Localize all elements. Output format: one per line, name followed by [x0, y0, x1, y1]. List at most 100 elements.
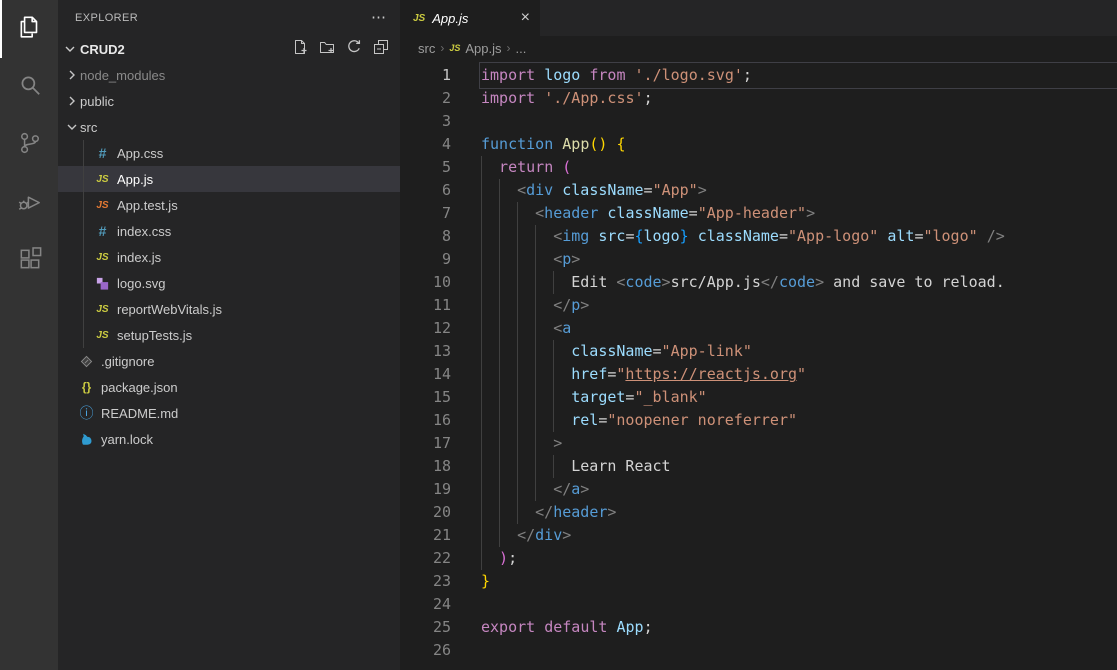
line-content[interactable]: <p> [481, 248, 1117, 271]
js-file-icon: JS [94, 248, 111, 266]
line-content[interactable]: import logo from './logo.svg'; [481, 64, 1117, 87]
tree-item-src[interactable]: src [58, 114, 400, 140]
code-line-13[interactable]: 13 className="App-link" [400, 340, 1117, 363]
activity-search-button[interactable] [0, 58, 58, 116]
code-line-10[interactable]: 10 Edit <code>src/App.js</code> and save… [400, 271, 1117, 294]
code-line-25[interactable]: 25 export default App; [400, 616, 1117, 639]
tree-item-node-modules[interactable]: node_modules [58, 62, 400, 88]
code-area[interactable]: 1import logo from './logo.svg';2import '… [400, 60, 1117, 670]
code-line-19[interactable]: 19 </a> [400, 478, 1117, 501]
line-content[interactable]: import './App.css'; [481, 87, 1117, 110]
tree-item-index-js[interactable]: JSindex.js [58, 244, 400, 270]
tree-item-logo-svg[interactable]: logo.svg [58, 270, 400, 296]
line-number: 5 [400, 156, 451, 179]
code-line-6[interactable]: 6 <div className="App"> [400, 179, 1117, 202]
code-line-5[interactable]: 5 return ( [400, 156, 1117, 179]
project-section-header[interactable]: CRUD2 [58, 36, 400, 62]
line-content[interactable]: rel="noopener noreferrer" [481, 409, 1117, 432]
line-content[interactable]: </div> [481, 524, 1117, 547]
line-content[interactable]: function App() { [481, 133, 1117, 156]
line-number: 10 [400, 271, 451, 294]
code-line-14[interactable]: 14 href="https://reactjs.org" [400, 363, 1117, 386]
code-line-21[interactable]: 21 </div> [400, 524, 1117, 547]
line-content[interactable]: } [481, 570, 1117, 593]
tree-item-reportwebvitals-js[interactable]: JSreportWebVitals.js [58, 296, 400, 322]
tree-item-app-css[interactable]: #App.css [58, 140, 400, 166]
line-content[interactable]: return ( [481, 156, 1117, 179]
code-line-3[interactable]: 3 [400, 110, 1117, 133]
code-line-11[interactable]: 11 </p> [400, 294, 1117, 317]
line-content[interactable]: href="https://reactjs.org" [481, 363, 1117, 386]
line-content[interactable]: target="_blank" [481, 386, 1117, 409]
code-line-17[interactable]: 17 > [400, 432, 1117, 455]
line-content[interactable]: <header className="App-header"> [481, 202, 1117, 225]
line-content[interactable]: </header> [481, 501, 1117, 524]
refresh-button[interactable] [345, 40, 363, 58]
line-number: 25 [400, 616, 451, 639]
tree-item-app-js[interactable]: JSApp.js [58, 166, 400, 192]
breadcrumb-item[interactable]: src [418, 41, 435, 56]
new-file-button[interactable] [291, 40, 309, 58]
code-line-20[interactable]: 20 </header> [400, 501, 1117, 524]
line-content[interactable]: <a [481, 317, 1117, 340]
code-line-12[interactable]: 12 <a [400, 317, 1117, 340]
line-content[interactable]: </p> [481, 294, 1117, 317]
tab-bar: js App.js × [400, 0, 1117, 36]
tree-item-public[interactable]: public [58, 88, 400, 114]
tree-item-index-css[interactable]: #index.css [58, 218, 400, 244]
breadcrumb-item[interactable]: ... [516, 41, 527, 56]
tree-item-package-json[interactable]: {}package.json [58, 374, 400, 400]
line-content[interactable] [481, 593, 1117, 616]
tree-indent-guide [83, 140, 84, 348]
activity-source-control-button[interactable] [0, 116, 58, 174]
line-content[interactable]: ); [481, 547, 1117, 570]
code-line-18[interactable]: 18 Learn React [400, 455, 1117, 478]
code-line-16[interactable]: 16 rel="noopener noreferrer" [400, 409, 1117, 432]
line-content[interactable]: export default App; [481, 616, 1117, 639]
line-content[interactable]: className="App-link" [481, 340, 1117, 363]
code-line-7[interactable]: 7 <header className="App-header"> [400, 202, 1117, 225]
more-actions-icon[interactable]: ⋯ [371, 13, 386, 23]
indent-guide [481, 225, 499, 248]
code-line-22[interactable]: 22 ); [400, 547, 1117, 570]
breadcrumb-label: App.js [465, 41, 501, 56]
activity-explorer-button[interactable] [0, 0, 58, 58]
js-file-icon: js [413, 13, 425, 24]
code-line-15[interactable]: 15 target="_blank" [400, 386, 1117, 409]
code-line-23[interactable]: 23} [400, 570, 1117, 593]
line-content[interactable]: <div className="App"> [481, 179, 1117, 202]
activity-extensions-button[interactable] [0, 232, 58, 290]
line-content[interactable]: <img src={logo} className="App-logo" alt… [481, 225, 1117, 248]
code-line-4[interactable]: 4function App() { [400, 133, 1117, 156]
editor-group: js App.js × src›JSApp.js›... 1import log… [400, 0, 1117, 670]
new-folder-button[interactable] [318, 40, 336, 58]
line-content[interactable] [481, 639, 1117, 662]
line-content[interactable] [481, 110, 1117, 133]
code-line-8[interactable]: 8 <img src={logo} className="App-logo" a… [400, 225, 1117, 248]
code-line-9[interactable]: 9 <p> [400, 248, 1117, 271]
code-line-2[interactable]: 2import './App.css'; [400, 87, 1117, 110]
tree-item-yarn-lock[interactable]: yarn.lock [58, 426, 400, 452]
line-number: 18 [400, 455, 451, 478]
tree-item--gitignore[interactable]: .gitignore [58, 348, 400, 374]
line-number: 14 [400, 363, 451, 386]
tree-item-readme-md[interactable]: ⓘREADME.md [58, 400, 400, 426]
tree-item-app-test-js[interactable]: JSApp.test.js [58, 192, 400, 218]
line-content[interactable]: Learn React [481, 455, 1117, 478]
line-content[interactable]: </a> [481, 478, 1117, 501]
activity-bar [0, 0, 58, 670]
indent-guide [499, 225, 517, 248]
indent-guide [553, 386, 571, 409]
collapse-all-button[interactable] [372, 40, 390, 58]
line-content[interactable]: > [481, 432, 1117, 455]
code-line-24[interactable]: 24 [400, 593, 1117, 616]
tab-app-js[interactable]: js App.js × [400, 0, 540, 36]
breadcrumb-item[interactable]: JSApp.js [449, 41, 501, 56]
tree-item-setuptests-js[interactable]: JSsetupTests.js [58, 322, 400, 348]
activity-run-debug-button[interactable] [0, 174, 58, 232]
json-file-icon: {} [78, 378, 95, 396]
line-content[interactable]: Edit <code>src/App.js</code> and save to… [481, 271, 1117, 294]
code-line-26[interactable]: 26 [400, 639, 1117, 662]
close-icon[interactable]: × [521, 9, 530, 27]
code-line-1[interactable]: 1import logo from './logo.svg'; [400, 64, 1117, 87]
